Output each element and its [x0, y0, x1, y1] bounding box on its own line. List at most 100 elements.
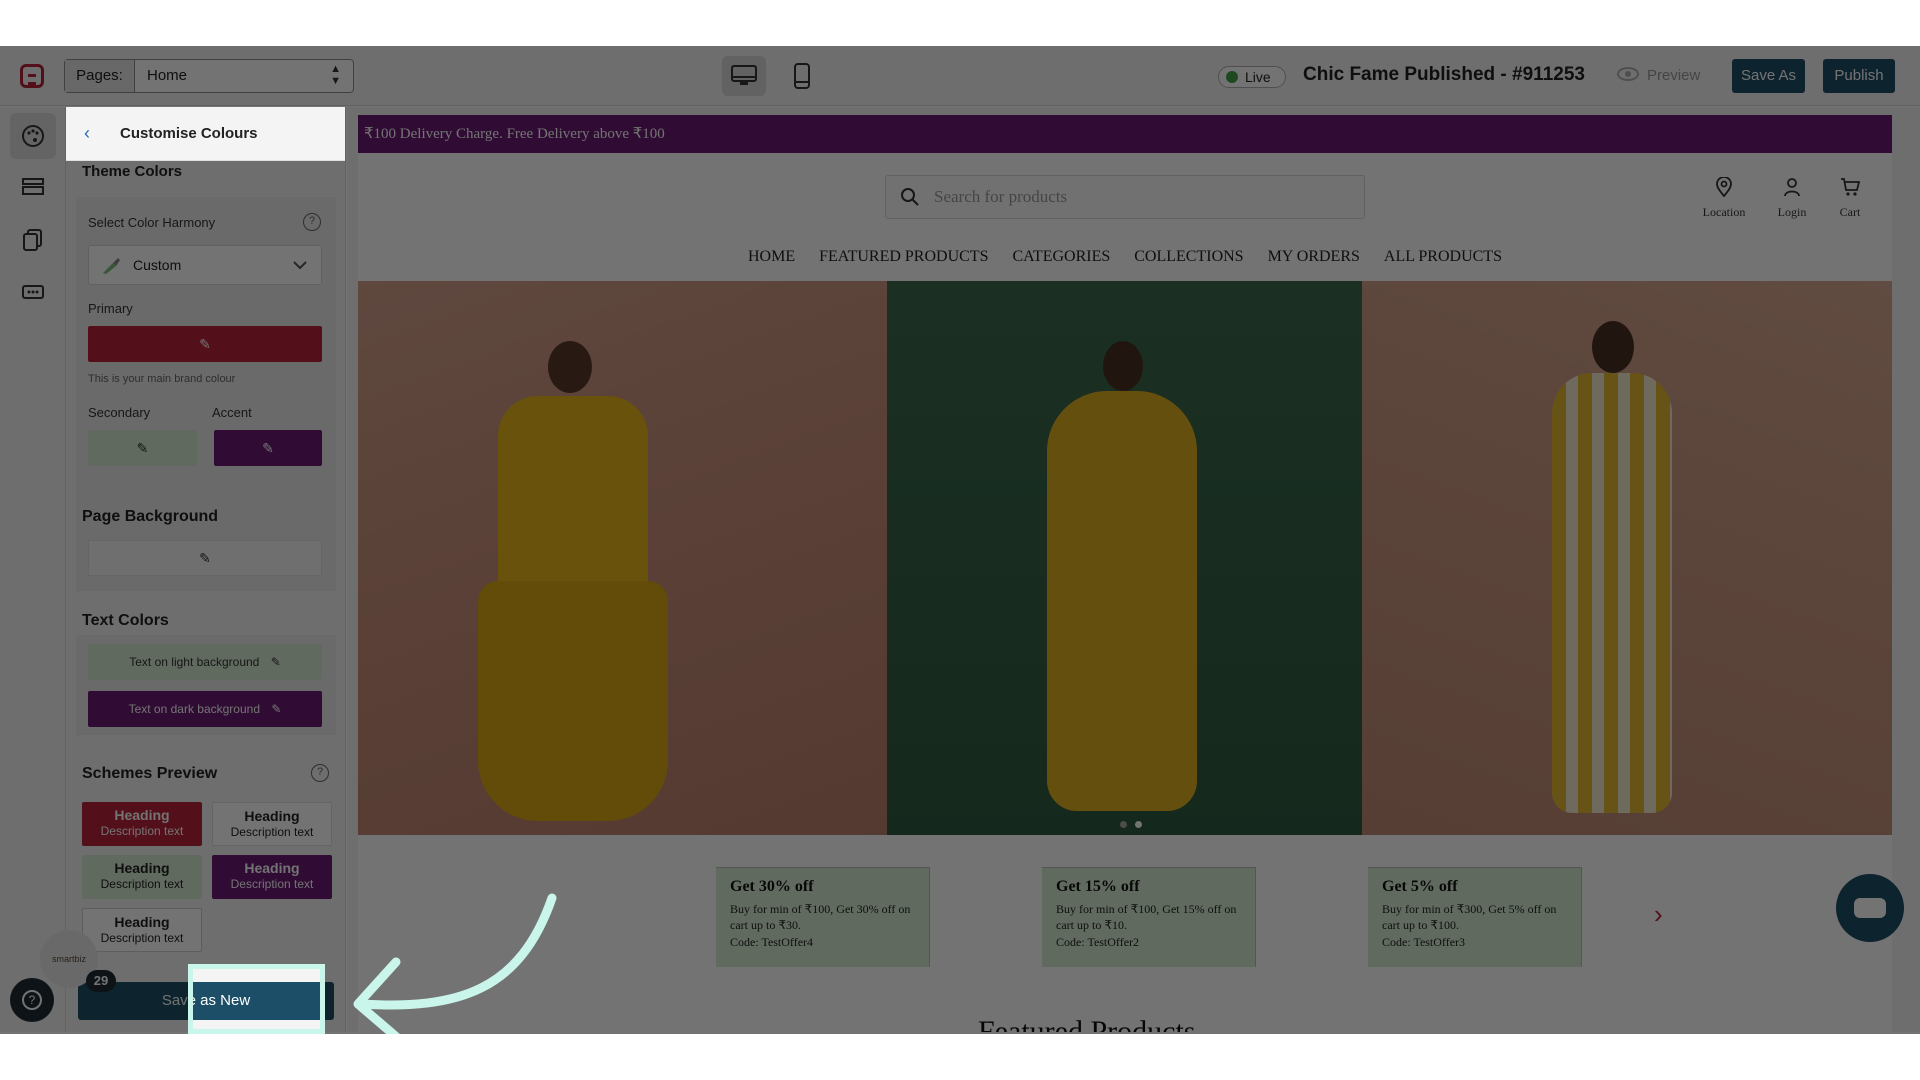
sections-icon — [22, 178, 44, 195]
desktop-view-button[interactable] — [722, 56, 766, 96]
rail-colors[interactable] — [10, 113, 56, 159]
featured-products-heading: Featured Products — [978, 1015, 1196, 1032]
scheme-primary[interactable]: Heading Description text — [82, 802, 202, 846]
eye-icon — [1617, 67, 1639, 81]
cart-label: Cart — [1839, 205, 1861, 219]
rail-sections[interactable] — [10, 165, 56, 211]
user-icon — [1784, 178, 1800, 197]
nav-collections[interactable]: COLLECTIONS — [1134, 248, 1243, 265]
text-colors-title: Text Colors — [82, 612, 169, 629]
scheme-desc: Description text — [230, 877, 314, 891]
hero-image-2 — [887, 281, 1362, 835]
preview-label: Preview — [1647, 67, 1701, 84]
mobile-icon — [794, 63, 810, 89]
search-input[interactable] — [934, 176, 1354, 218]
login-link[interactable]: Login — [1762, 177, 1822, 220]
pencil-icon: ✎ — [199, 549, 211, 566]
nav-categories[interactable]: CATEGORIES — [1012, 248, 1110, 265]
pencil-icon: ✎ — [271, 702, 282, 716]
page-background-title: Page Background — [82, 508, 219, 525]
live-dot-icon — [1226, 71, 1238, 83]
scheme-accent[interactable]: Heading Description text — [212, 855, 332, 899]
offer-title: Get 30% off — [730, 878, 814, 895]
primary-label: Primary — [88, 301, 133, 316]
pencil-icon: ✎ — [270, 655, 281, 669]
question-icon: ? — [22, 990, 42, 1010]
spotlight-highlight — [188, 964, 325, 1034]
offer-body: Buy for min of ₹100, Get 15% off on cart… — [1056, 902, 1237, 932]
location-icon — [1716, 176, 1732, 198]
main-nav: HOME FEATURED PRODUCTS CATEGORIES COLLEC… — [358, 248, 1892, 266]
chat-icon — [1854, 898, 1886, 918]
nav-home[interactable]: HOME — [748, 248, 795, 265]
harmony-select[interactable]: Custom — [88, 245, 322, 285]
hero-carousel[interactable] — [358, 281, 1892, 835]
help-icon[interactable]: ? — [303, 213, 321, 231]
offer-card[interactable]: Get 5% off Buy for min of ₹300, Get 5% o… — [1368, 867, 1582, 967]
search-bar[interactable] — [885, 175, 1365, 219]
customise-colours-panel: ‹ Customise Colours Theme Colors Select … — [66, 107, 346, 1032]
top-bar: Pages: Home ▲ ▼ Live Chic Fame Published … — [0, 46, 1920, 106]
offer-title: Get 15% off — [1056, 878, 1140, 895]
page-background-swatch[interactable]: ✎ — [88, 540, 322, 576]
updown-chevron-icon: ▲ ▼ — [330, 63, 341, 87]
preview-button[interactable]: Preview — [1617, 67, 1700, 84]
text-light-label: Text on light background — [129, 655, 260, 669]
pencil-icon: ✎ — [262, 439, 274, 456]
notification-count-badge: 29 — [86, 970, 116, 992]
store-title: Chic Fame Published - #911253 — [1303, 64, 1585, 85]
scheme-light[interactable]: Heading Description text — [212, 802, 332, 846]
secondary-swatch[interactable]: ✎ — [88, 430, 197, 466]
scheme-outline[interactable]: Heading Description text — [82, 908, 202, 952]
primary-swatch[interactable]: ✎ — [88, 326, 322, 362]
nav-featured-products[interactable]: FEATURED PRODUCTS — [819, 248, 988, 265]
schemes-preview-title: Schemes Preview — [82, 765, 218, 782]
app-logo-icon[interactable] — [20, 64, 44, 88]
help-icon[interactable]: ? — [311, 764, 329, 782]
pages-selector[interactable]: Pages: Home ▲ ▼ — [64, 59, 354, 93]
pencil-icon: ✎ — [199, 335, 211, 352]
offer-body: Buy for min of ₹100, Get 30% off on cart… — [730, 902, 911, 932]
help-button[interactable]: ? — [10, 978, 54, 1022]
accent-swatch[interactable]: ✎ — [214, 430, 322, 466]
text-dark-swatch[interactable]: Text on dark background ✎ — [88, 691, 322, 727]
rail-pages[interactable] — [10, 217, 56, 263]
chevron-down-icon — [293, 261, 307, 270]
chat-button[interactable] — [1836, 874, 1904, 942]
save-as-button[interactable]: Save As — [1732, 59, 1805, 93]
offer-card[interactable]: Get 15% off Buy for min of ₹100, Get 15%… — [1042, 867, 1256, 967]
scheme-heading: Heading — [114, 860, 170, 876]
brush-icon — [103, 258, 120, 274]
login-label: Login — [1777, 205, 1807, 219]
location-label: Location — [1702, 205, 1746, 219]
cart-link[interactable]: Cart — [1820, 177, 1880, 220]
chevron-right-icon[interactable]: › — [1654, 899, 1663, 930]
nav-my-orders[interactable]: MY ORDERS — [1268, 248, 1360, 265]
left-rail — [0, 107, 66, 1032]
mobile-view-button[interactable] — [780, 56, 824, 96]
nav-all-products[interactable]: ALL PRODUCTS — [1384, 248, 1502, 265]
publish-button[interactable]: Publish — [1823, 59, 1895, 93]
carousel-dot[interactable] — [1120, 821, 1127, 828]
carousel-dots — [1116, 815, 1146, 833]
back-chevron-icon[interactable]: ‹ — [84, 123, 90, 144]
harmony-value: Custom — [133, 257, 182, 273]
offer-card[interactable]: Get 30% off Buy for min of ₹100, Get 30%… — [716, 867, 930, 967]
page-select[interactable]: Home ▲ ▼ — [135, 60, 353, 92]
panel-title: Customise Colours — [120, 125, 258, 142]
scheme-secondary[interactable]: Heading Description text — [82, 855, 202, 899]
scheme-desc: Description text — [100, 824, 184, 838]
carousel-dot[interactable] — [1135, 821, 1142, 828]
panel-header: ‹ Customise Colours — [66, 107, 345, 161]
pages-icon — [23, 229, 42, 251]
location-link[interactable]: Location — [1694, 176, 1754, 220]
text-light-swatch[interactable]: Text on light background ✎ — [88, 644, 322, 680]
palette-icon — [22, 125, 44, 147]
accent-label: Accent — [212, 405, 252, 420]
secondary-label: Secondary — [88, 405, 151, 420]
live-label: Live — [1245, 69, 1271, 85]
rail-widgets[interactable] — [10, 269, 56, 315]
hero-image-3 — [1362, 281, 1892, 835]
hero-image-1 — [358, 281, 887, 835]
search-icon — [901, 188, 919, 206]
